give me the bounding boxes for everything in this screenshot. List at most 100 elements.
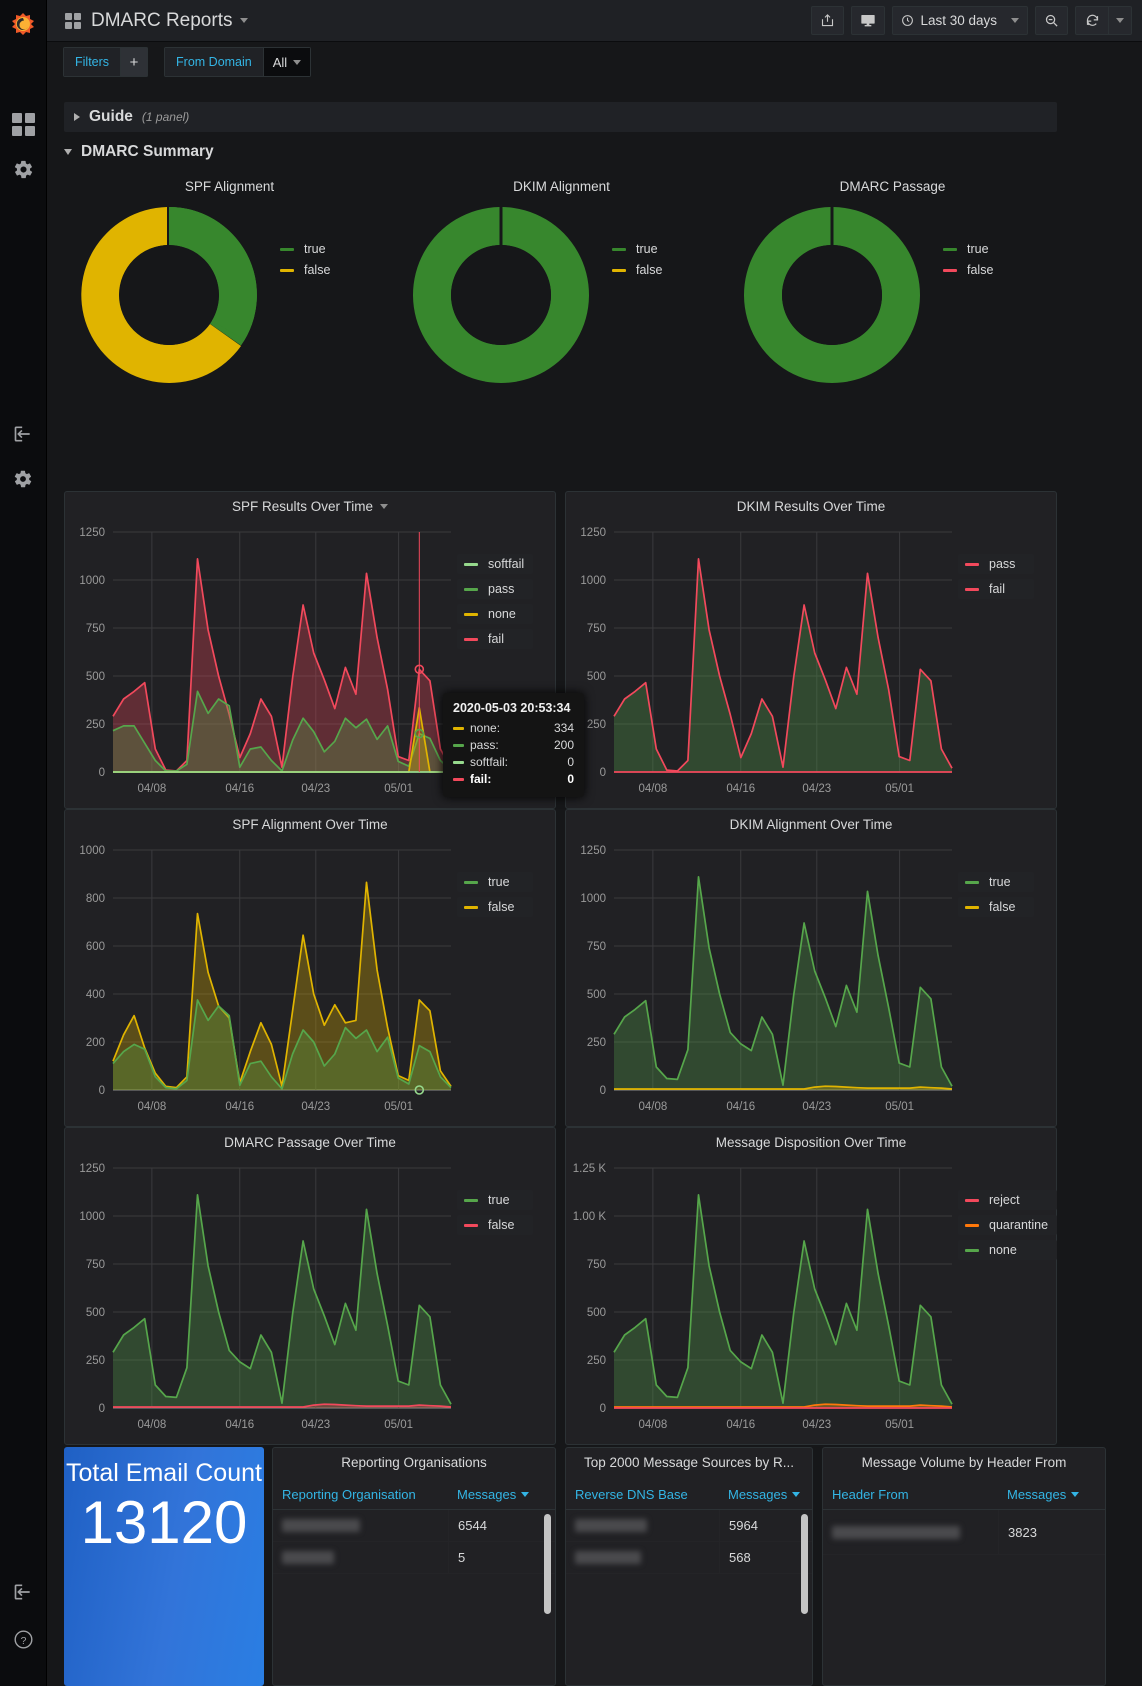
legend-label: none (488, 607, 516, 621)
legend-item-true[interactable]: true (457, 872, 533, 892)
monitor-icon (860, 13, 876, 29)
variables-bar: Filters + From Domain All (47, 42, 1142, 82)
sidebar-item-sign-in[interactable] (0, 411, 47, 456)
chevron-down-icon[interactable] (240, 18, 248, 23)
sidebar-item-sign-out[interactable] (0, 1569, 47, 1614)
panel-dmarc-passage-over-time: DMARC Passage Over Time 0250500750100012… (64, 1127, 556, 1445)
legend-item-fail[interactable]: fail (457, 629, 533, 649)
y-axis-tick: 250 (86, 1355, 105, 1367)
dmarc-passage-legend: true false (943, 202, 993, 277)
legend-swatch (464, 1199, 478, 1202)
legend-item-pass[interactable]: pass (958, 554, 1034, 574)
from-domain-select[interactable]: All (264, 47, 311, 77)
table-row[interactable]: 568 (566, 1542, 812, 1574)
tooltip-series-name: pass: (470, 737, 532, 754)
graph-spf-alignment: 0200400600800100004/0804/1604/2305/01tru… (65, 836, 557, 1126)
y-axis-tick: 600 (86, 941, 105, 953)
x-axis-tick: 05/01 (384, 1101, 413, 1113)
table-column-header[interactable]: Header From (823, 1480, 998, 1509)
legend-item-pass[interactable]: pass (457, 579, 533, 599)
legend-label: true (304, 242, 326, 256)
legend-swatch (612, 248, 626, 251)
panel-title-text: DKIM Results Over Time (737, 499, 886, 514)
legend-item-true[interactable]: true (280, 242, 330, 256)
y-axis-tick: 500 (86, 671, 105, 683)
legend-item-reject[interactable]: reject (958, 1190, 1057, 1210)
chevron-down-icon[interactable] (380, 504, 388, 509)
sidebar-item-server-admin[interactable] (0, 456, 47, 501)
legend-item-none[interactable]: none (958, 1240, 1057, 1260)
grid-icon (12, 113, 35, 136)
x-axis-tick: 04/23 (301, 783, 330, 795)
refresh-interval-dropdown[interactable] (1108, 6, 1132, 35)
chart-legend: true false (457, 872, 533, 917)
legend-item-softfail[interactable]: softfail (457, 554, 533, 574)
row-header-guide[interactable]: Guide (1 panel) (64, 102, 1057, 132)
kiosk-mode-button[interactable] (851, 6, 885, 35)
zoom-out-button[interactable] (1035, 6, 1068, 35)
legend-swatch (453, 744, 464, 747)
legend-item-true[interactable]: true (457, 1190, 533, 1210)
legend-item-true[interactable]: true (612, 242, 662, 256)
top-navbar: DMARC Reports Last 30 days (47, 0, 1142, 42)
legend-label: none (989, 1243, 1017, 1257)
filters-variable: Filters + (63, 47, 148, 77)
graph-dkim-alignment: 02505007501000125004/0804/1604/2305/01tr… (566, 836, 1058, 1126)
sidebar-item-configuration[interactable] (0, 147, 47, 192)
table-column-header[interactable]: Messages (998, 1480, 1095, 1509)
legend-swatch (464, 906, 478, 909)
legend-item-quarantine[interactable]: quarantine (958, 1215, 1057, 1235)
legend-item-false[interactable]: false (612, 263, 662, 277)
table-scrollbar[interactable] (801, 1514, 808, 1614)
table-row[interactable]: 5964 (566, 1510, 812, 1542)
legend-item-false[interactable]: false (280, 263, 330, 277)
row-panel-count: (1 panel) (142, 110, 189, 124)
tooltip-series-name: none: (470, 720, 532, 737)
table-scrollbar[interactable] (544, 1514, 551, 1614)
legend-item-false[interactable]: false (457, 1215, 533, 1235)
legend-item-true[interactable]: true (943, 242, 993, 256)
refresh-button[interactable] (1075, 6, 1108, 35)
legend-item-fail[interactable]: fail (958, 579, 1034, 599)
row-header-dmarc-summary[interactable]: DMARC Summary (64, 137, 214, 167)
legend-swatch (943, 269, 957, 272)
x-axis-tick: 04/23 (802, 1419, 831, 1431)
table-row[interactable]: 6544 (273, 1510, 555, 1542)
series-line (113, 882, 451, 1087)
dkim-alignment-legend: true false (612, 202, 662, 277)
panel-title[interactable]: SPF Results Over Time (65, 492, 555, 514)
table-column-header[interactable]: Reporting Organisation (273, 1480, 448, 1509)
legend-item-false[interactable]: false (943, 263, 993, 277)
legend-label: false (636, 263, 662, 277)
table-cell-label (273, 1542, 448, 1573)
page-title[interactable]: DMARC Reports (91, 10, 232, 32)
share-dashboard-button[interactable] (811, 6, 844, 35)
x-axis-tick: 04/23 (802, 1101, 831, 1113)
x-axis-tick: 05/01 (384, 1419, 413, 1431)
series-area (113, 559, 451, 772)
grafana-logo[interactable] (0, 0, 47, 47)
table-row[interactable]: 5 (273, 1542, 555, 1574)
svg-text:?: ? (20, 1635, 26, 1647)
legend-swatch (464, 563, 478, 566)
legend-swatch (280, 269, 294, 272)
legend-item-false[interactable]: false (457, 897, 533, 917)
y-axis-tick: 750 (86, 1259, 105, 1271)
panel-message-disposition-over-time: Message Disposition Over Time 0250500750… (565, 1127, 1057, 1445)
legend-item-none[interactable]: none (457, 604, 533, 624)
sidebar-item-help[interactable]: ? (0, 1617, 47, 1662)
tooltip-series-value: 0 (538, 771, 574, 788)
table-column-header[interactable]: Reverse DNS Base (566, 1480, 719, 1509)
legend-item-true[interactable]: true (958, 872, 1034, 892)
table-header-row: Header FromMessages (823, 1480, 1105, 1510)
dashboard-grid-icon (65, 13, 81, 29)
table-column-header[interactable]: Messages (448, 1480, 545, 1509)
legend-item-false[interactable]: false (958, 897, 1034, 917)
y-axis-tick: 0 (99, 1085, 105, 1097)
y-axis-tick: 750 (86, 623, 105, 635)
table-row[interactable]: 3823 (823, 1510, 1105, 1555)
sidebar-item-dashboards[interactable] (0, 102, 47, 147)
table-column-header[interactable]: Messages (719, 1480, 802, 1509)
add-filter-button[interactable]: + (121, 47, 148, 77)
time-range-picker[interactable]: Last 30 days (892, 6, 1028, 35)
